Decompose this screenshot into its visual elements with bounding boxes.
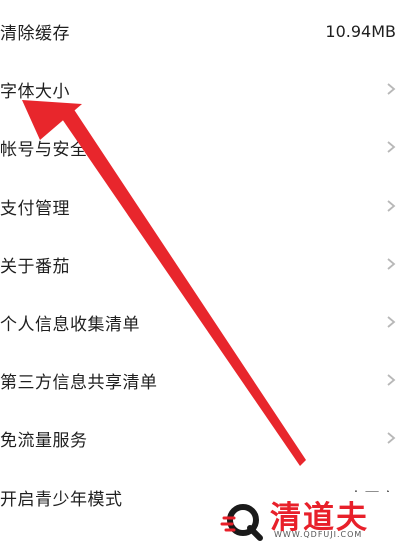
settings-list: 清除缓存 10.94MB 字体大小 帐号与安全 支付管理 关于番茄 个人信息收集… <box>0 0 400 544</box>
free-data-service-row[interactable]: 免流量服务 <box>0 415 400 461</box>
row-label: 个人信息收集清单 <box>0 314 140 335</box>
clear-cache-row[interactable]: 清除缓存 10.94MB <box>0 8 400 54</box>
chevron-right-icon <box>387 316 396 328</box>
watermark-url: WWW.QDFUJI.COM <box>274 530 363 539</box>
account-security-row[interactable]: 帐号与安全 <box>0 124 400 170</box>
qdfuji-logo-icon <box>220 504 263 541</box>
row-label: 字体大小 <box>0 81 70 102</box>
about-row[interactable]: 关于番茄 <box>0 241 400 287</box>
row-label: 支付管理 <box>0 198 70 219</box>
payment-management-row[interactable]: 支付管理 <box>0 183 400 229</box>
chevron-right-icon <box>387 432 396 444</box>
chevron-right-icon <box>387 83 396 95</box>
row-label: 第三方信息共享清单 <box>0 372 158 393</box>
font-size-row[interactable]: 字体大小 <box>0 66 400 112</box>
personal-info-list-row[interactable]: 个人信息收集清单 <box>0 299 400 345</box>
row-label: 帐号与安全 <box>0 139 88 160</box>
chevron-right-icon <box>387 374 396 386</box>
watermark: 清道夫 WWW.QDFUJI.COM <box>204 492 400 544</box>
chevron-right-icon <box>387 258 396 270</box>
third-party-share-list-row[interactable]: 第三方信息共享清单 <box>0 357 400 403</box>
chevron-right-icon <box>387 200 396 212</box>
cache-size-value: 10.94MB <box>325 21 396 41</box>
row-label: 清除缓存 <box>0 23 70 44</box>
chevron-right-icon <box>387 141 396 153</box>
row-label: 关于番茄 <box>0 256 70 277</box>
row-label: 开启青少年模式 <box>0 489 123 510</box>
row-label: 免流量服务 <box>0 430 88 451</box>
